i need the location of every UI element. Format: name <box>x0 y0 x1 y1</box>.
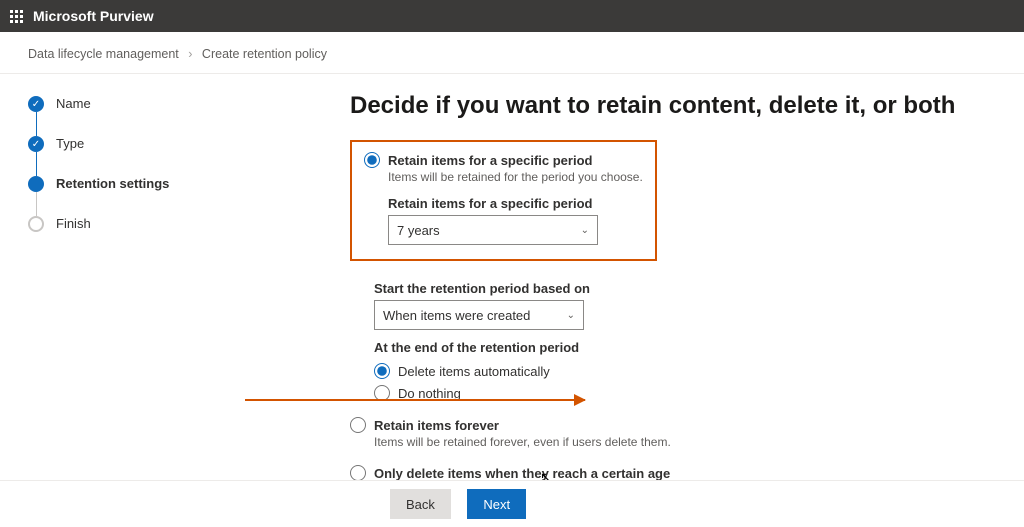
annotation-arrow <box>245 399 585 401</box>
end-period-label: At the end of the retention period <box>374 340 994 355</box>
radio-retain-specific-sub: Items will be retained for the period yo… <box>388 170 643 184</box>
app-launcher-icon[interactable] <box>10 10 23 23</box>
step-type[interactable]: ✓ Type <box>28 136 230 176</box>
start-period-label: Start the retention period based on <box>374 281 994 296</box>
chevron-down-icon: ⌄ <box>581 225 589 236</box>
pending-step-icon <box>28 216 44 232</box>
retain-period-label: Retain items for a specific period <box>388 196 643 211</box>
radio-delete-automatically[interactable]: Delete items automatically <box>374 363 994 379</box>
radio-input[interactable] <box>350 465 366 481</box>
wizard-footer: Back Next <box>0 480 1024 527</box>
step-retention-settings[interactable]: Retention settings <box>28 176 230 216</box>
app-title: Microsoft Purview <box>33 8 154 24</box>
check-icon: ✓ <box>28 136 44 152</box>
breadcrumb: Data lifecycle management › Create reten… <box>0 32 1024 74</box>
step-name[interactable]: ✓ Name <box>28 96 230 136</box>
breadcrumb-root[interactable]: Data lifecycle management <box>28 47 179 61</box>
radio-retain-specific-period[interactable]: Retain items for a specific period <box>364 152 643 168</box>
page-title: Decide if you want to retain content, de… <box>350 92 994 120</box>
check-icon: ✓ <box>28 96 44 112</box>
step-finish[interactable]: Finish <box>28 216 230 232</box>
radio-input[interactable] <box>364 152 380 168</box>
next-button[interactable]: Next <box>467 489 526 519</box>
wizard-steps: ✓ Name ✓ Type Retention settings Finish <box>0 74 250 525</box>
app-topbar: Microsoft Purview <box>0 0 1024 32</box>
main-panel: Decide if you want to retain content, de… <box>250 74 1024 525</box>
start-period-select[interactable]: When items were created ⌄ <box>374 300 584 330</box>
radio-retain-forever-sub: Items will be retained forever, even if … <box>374 435 994 449</box>
chevron-right-icon: › <box>188 47 192 61</box>
retain-period-select[interactable]: 7 years ⌄ <box>388 215 598 245</box>
back-button[interactable]: Back <box>390 489 451 519</box>
annotation-highlight-box: Retain items for a specific period Items… <box>350 140 657 261</box>
breadcrumb-current: Create retention policy <box>202 47 327 61</box>
radio-retain-forever[interactable]: Retain items forever <box>350 417 994 433</box>
current-step-icon <box>28 176 44 192</box>
radio-input[interactable] <box>350 417 366 433</box>
radio-input[interactable] <box>374 363 390 379</box>
chevron-down-icon: ⌄ <box>567 310 575 321</box>
radio-only-delete-age[interactable]: Only delete items when they reach a cert… <box>350 465 994 481</box>
